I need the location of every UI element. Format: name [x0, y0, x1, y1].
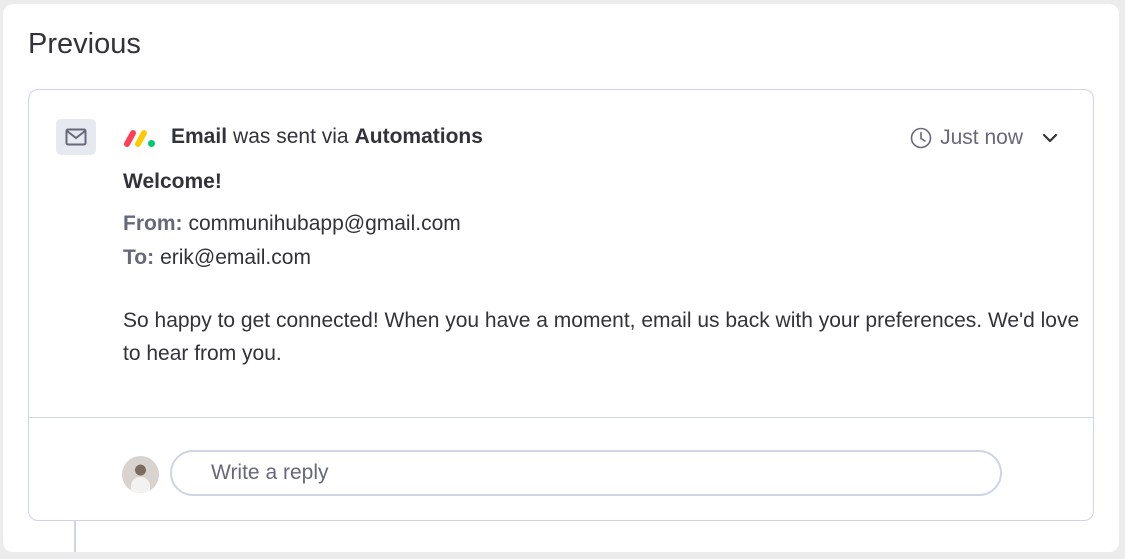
email-body: So happy to get connected! When you have…: [123, 309, 1080, 365]
email-subject: Welcome!: [123, 170, 222, 193]
timestamp-label: Just now: [940, 126, 1023, 149]
chevron-down-icon[interactable]: [1041, 132, 1059, 144]
to-row: To: erik@email.com: [123, 244, 311, 272]
to-label: To:: [123, 246, 155, 269]
from-label: From:: [123, 212, 183, 235]
divider: [29, 417, 1093, 418]
header-automations-label: Automations: [354, 125, 483, 148]
envelope-icon: [56, 119, 96, 155]
to-value: erik@email.com: [160, 246, 311, 269]
email-update-card: Email was sent via Automations Just now …: [28, 89, 1094, 521]
clock-icon: [910, 127, 932, 149]
monday-logo: [124, 130, 155, 147]
header-sent-via-label: was sent via: [233, 125, 349, 148]
reply-input[interactable]: [170, 450, 1002, 496]
update-timestamp: Just now: [910, 126, 1059, 150]
thread-line: [74, 521, 76, 552]
panel-title: Previous: [28, 28, 141, 60]
update-header: Email was sent via Automations: [123, 123, 489, 151]
from-value: communihubapp@gmail.com: [188, 212, 461, 235]
user-avatar: [122, 456, 159, 493]
header-email-label: Email: [171, 125, 228, 148]
from-row: From: communihubapp@gmail.com: [123, 210, 461, 238]
previous-updates-panel: Previous Email was sent via Automations: [3, 4, 1119, 552]
